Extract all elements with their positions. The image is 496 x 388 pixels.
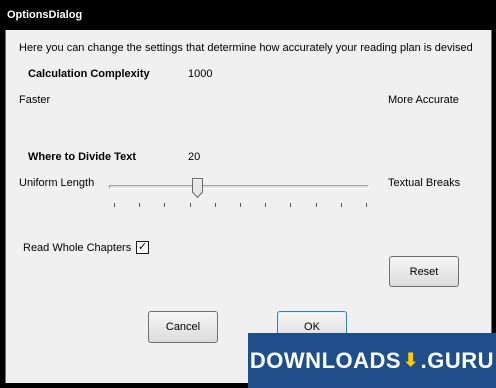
- slider-tick: [190, 203, 191, 207]
- window-title: OptionsDialog: [7, 9, 83, 21]
- slider-tick: [164, 203, 165, 207]
- slider-tick: [139, 203, 140, 207]
- divide-label: Where to Divide Text: [28, 151, 136, 163]
- cancel-button[interactable]: Cancel: [148, 311, 218, 343]
- slider-tick: [341, 203, 342, 207]
- watermark-text-1: DOWNLOADS: [249, 347, 402, 373]
- read-chapters-label: Read Whole Chapters: [23, 242, 132, 254]
- divide-slider-thumb[interactable]: [192, 178, 203, 198]
- slider-tick: [114, 203, 115, 207]
- reset-button[interactable]: Reset: [389, 256, 459, 287]
- divide-min-label: Uniform Length: [19, 177, 95, 189]
- slider-tick: [215, 203, 216, 207]
- slider-tick: [316, 203, 317, 207]
- slider-tick: [290, 203, 291, 207]
- download-arrow-icon: ⬇: [403, 350, 419, 370]
- complexity-min-label: Faster: [19, 94, 51, 106]
- divide-slider-ticks: [114, 203, 369, 208]
- divide-slider-track[interactable]: [109, 185, 369, 189]
- slider-tick: [366, 203, 367, 207]
- complexity-max-label: More Accurate: [388, 94, 459, 106]
- watermark-logo: DOWNLOADS ⬇ .GURU: [248, 333, 496, 388]
- divide-max-label: Textual Breaks: [388, 177, 461, 189]
- title-bar[interactable]: OptionsDialog: [0, 0, 496, 30]
- slider-tick: [240, 203, 241, 207]
- complexity-value: 1000: [188, 68, 213, 80]
- divide-value: 20: [188, 151, 201, 163]
- read-chapters-checkbox[interactable]: ✓: [136, 241, 149, 254]
- ok-button-label: OK: [304, 321, 320, 333]
- cancel-button-label: Cancel: [165, 321, 201, 333]
- watermark-text-2: .GURU: [420, 347, 495, 373]
- intro-text: Here you can change the settings that de…: [19, 42, 473, 54]
- slider-tick: [265, 203, 266, 207]
- complexity-label: Calculation Complexity: [28, 68, 150, 80]
- checkmark-icon: ✓: [137, 241, 148, 253]
- reset-button-label: Reset: [409, 265, 439, 278]
